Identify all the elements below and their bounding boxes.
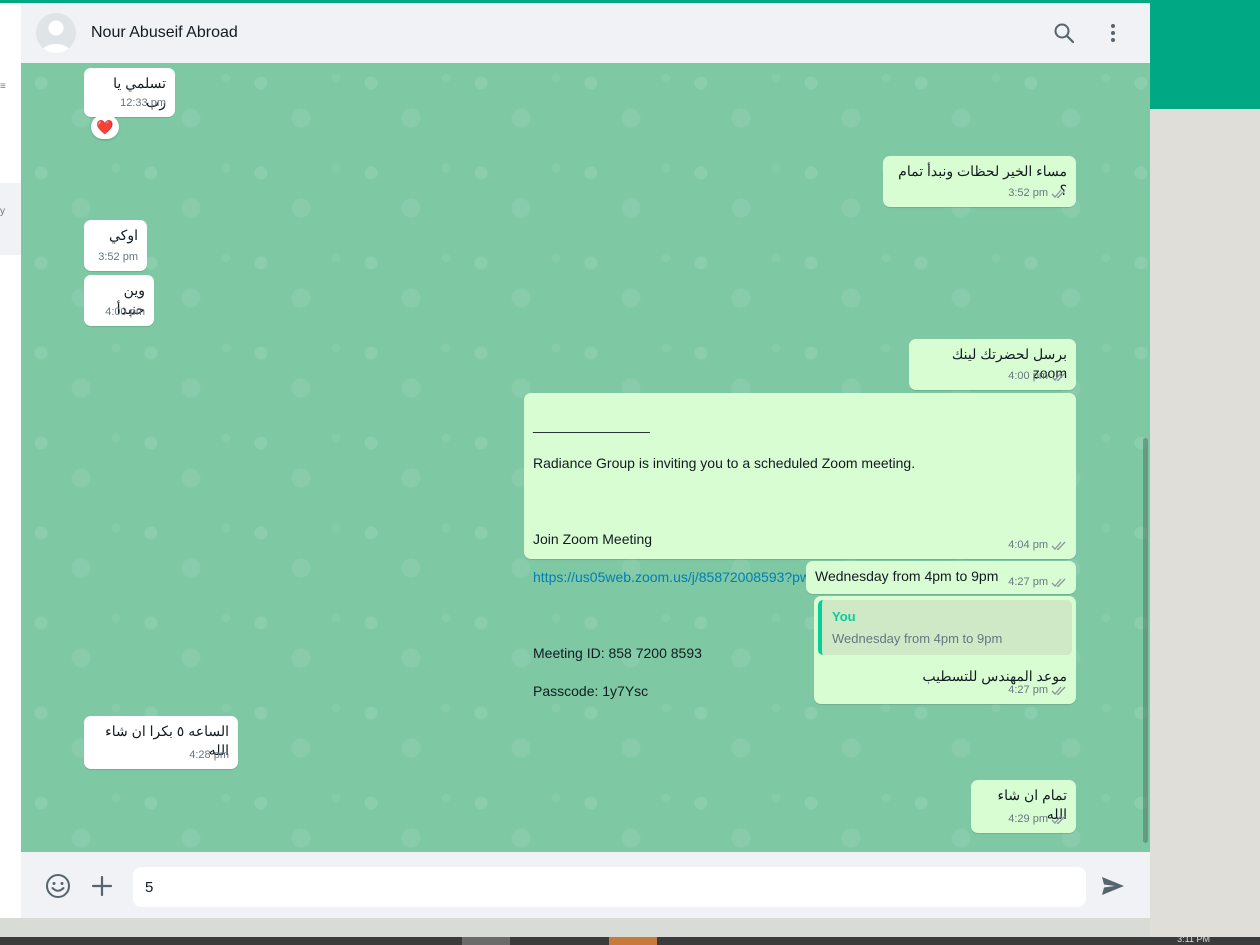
- double-check-icon: [1051, 541, 1066, 551]
- quoted-message[interactable]: You Wednesday from 4pm to 9pm: [818, 600, 1072, 655]
- message-meta: 4:00 pm: [105, 303, 145, 322]
- plus-icon[interactable]: [89, 873, 115, 899]
- reaction-badge[interactable]: ❤️: [91, 115, 119, 139]
- incoming-message[interactable]: الساعه ٥ بكرا ان شاء الله 4:28 pm: [84, 716, 238, 769]
- invite-text: Radiance Group is inviting you to a sche…: [533, 455, 916, 471]
- message-time: 4:00 pm: [105, 306, 145, 318]
- message-time: 4:29 pm: [1008, 813, 1048, 825]
- send-icon[interactable]: [1100, 873, 1126, 899]
- contact-name[interactable]: Nour Abuseif Abroad: [91, 24, 238, 42]
- message-text: Wednesday from 4pm to 9pm: [815, 568, 999, 584]
- outgoing-reply-message[interactable]: You Wednesday from 4pm to 9pm موعد المهن…: [814, 596, 1076, 704]
- search-icon[interactable]: [1052, 21, 1076, 45]
- kebab-menu-icon[interactable]: [1101, 21, 1125, 45]
- message-meta: 3:52 pm: [1008, 184, 1067, 203]
- heart-icon: ❤️: [96, 118, 114, 135]
- chat-header: Nour Abuseif Abroad: [21, 3, 1150, 64]
- message-time: 4:04 pm: [1008, 539, 1048, 551]
- message-input[interactable]: [133, 867, 1086, 907]
- message-meta: 4:27 pm: [1008, 573, 1067, 592]
- background-accent: [1150, 3, 1260, 109]
- incoming-message[interactable]: اوكي 3:52 pm: [84, 220, 147, 271]
- outgoing-message[interactable]: برسل لحضرتك لينك zoom 4:00 pm: [909, 339, 1076, 390]
- message-meta: 3:52 pm: [98, 248, 138, 267]
- chat-scrollbar[interactable]: [1143, 438, 1148, 843]
- outgoing-message-zoom-invite[interactable]: _______________ Radiance Group is inviti…: [524, 393, 1076, 699]
- message-time: 4:00 pm: [1008, 370, 1048, 382]
- message-time: 4:27 pm: [1008, 684, 1048, 696]
- outgoing-message[interactable]: تمام ان شاء الله 4:29 pm: [971, 780, 1076, 833]
- incoming-message[interactable]: وين حنبدأ 4:00 pm: [84, 275, 154, 326]
- taskbar-app[interactable]: [462, 937, 510, 945]
- taskbar-clock: 3:11 PM: [1177, 934, 1210, 944]
- message-meta: 4:04 pm: [1008, 536, 1067, 555]
- message-time: 4:28 pm: [189, 749, 229, 761]
- double-check-icon: [1051, 189, 1066, 199]
- os-taskbar: 3:11 PM: [0, 934, 1260, 945]
- quote-author: You: [832, 609, 856, 624]
- emoji-icon[interactable]: [45, 873, 71, 899]
- double-check-icon: [1051, 372, 1066, 382]
- filter-icon[interactable]: ≡: [0, 81, 6, 92]
- join-text: Join Zoom Meeting: [533, 531, 653, 547]
- chat-item-fragment: y: [0, 206, 5, 217]
- message-composer: [21, 852, 1150, 918]
- background-area: [1150, 109, 1260, 937]
- message-meta: 4:00 pm: [1008, 367, 1067, 386]
- message-meta: 12:33 pm: [120, 94, 166, 113]
- message-time: 12:33 pm: [120, 97, 166, 109]
- outgoing-message[interactable]: Wednesday from 4pm to 9pm 4:27 pm: [806, 561, 1076, 594]
- message-meta: 4:29 pm: [1008, 810, 1067, 829]
- chat-window: Nour Abuseif Abroad تسلمي يا رب 12:33 pm…: [21, 3, 1150, 918]
- outgoing-message[interactable]: مساء الخير لحظات ونبدأ تمام ؟ 3:52 pm: [883, 156, 1076, 207]
- selected-chat-item[interactable]: [0, 183, 21, 255]
- message-meta: 4:28 pm: [189, 746, 229, 765]
- quote-text: Wednesday from 4pm to 9pm: [832, 631, 1003, 646]
- double-check-icon: [1051, 686, 1066, 696]
- incoming-message[interactable]: تسلمي يا رب 12:33 pm: [84, 68, 175, 117]
- avatar[interactable]: [36, 13, 76, 53]
- message-time: 3:52 pm: [1008, 187, 1048, 199]
- chat-list-panel-edge: ≡ y: [0, 3, 22, 918]
- message-time: 3:52 pm: [98, 251, 138, 263]
- divider-line-text: _______________: [533, 417, 650, 433]
- double-check-icon: [1051, 578, 1066, 588]
- message-text: اوكي: [109, 227, 138, 243]
- taskbar-app-active[interactable]: [609, 937, 657, 945]
- message-meta: 4:27 pm: [1008, 681, 1067, 700]
- double-check-icon: [1051, 815, 1066, 825]
- default-avatar-icon: [36, 13, 76, 53]
- message-time: 4:27 pm: [1008, 576, 1048, 588]
- message-list[interactable]: تسلمي يا رب 12:33 pm ❤️ مساء الخير لحظات…: [21, 63, 1150, 852]
